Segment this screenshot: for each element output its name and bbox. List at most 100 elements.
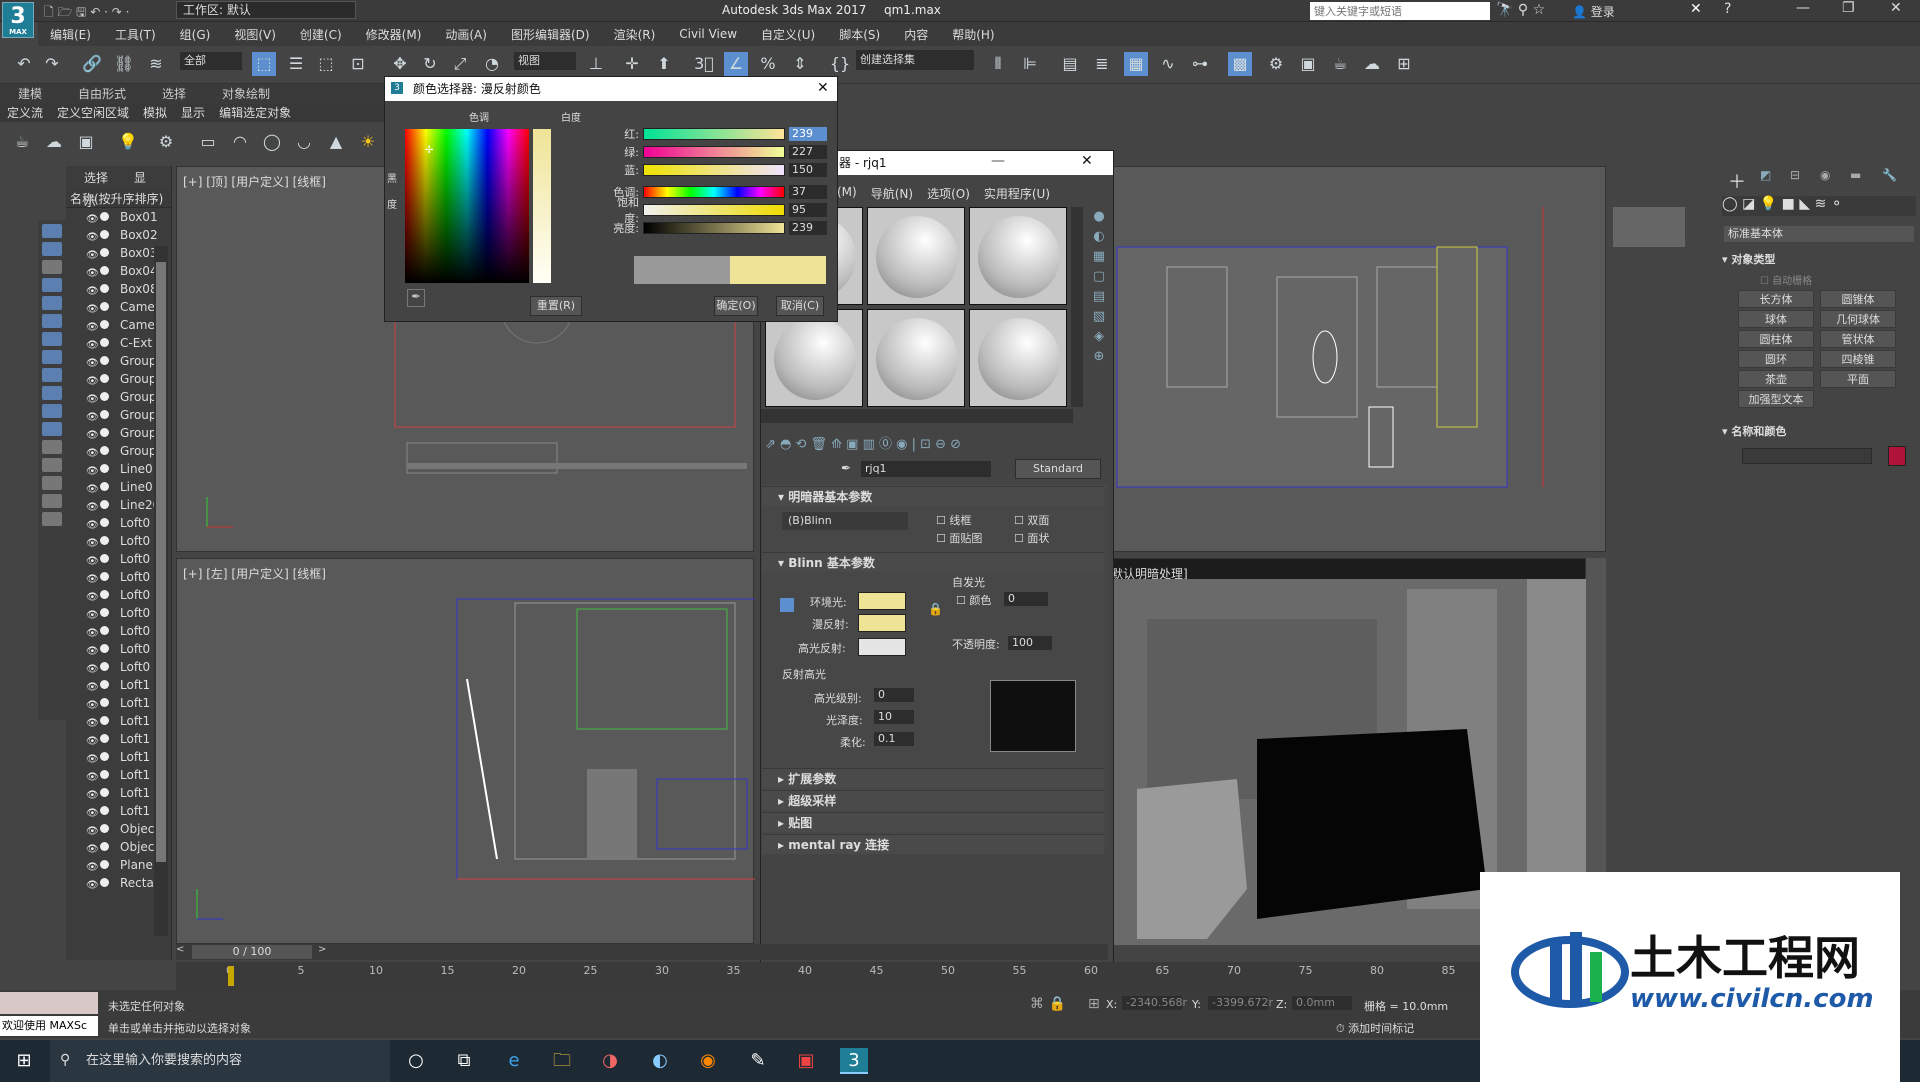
visibility-icon[interactable]: 👁 bbox=[86, 553, 99, 568]
object-name-input[interactable] bbox=[1742, 448, 1872, 464]
render-toggle-icon[interactable] bbox=[100, 302, 109, 311]
quick-access-toolbar[interactable]: 🗋 🗁 🖫 ↶ · ↷ · bbox=[44, 3, 174, 19]
scene-explorer-icon[interactable]: ▤ bbox=[1058, 52, 1082, 76]
subtab-edit-selected[interactable]: 编辑选定对象 bbox=[212, 104, 298, 122]
two-sided-checkbox[interactable]: ☐ 双面 bbox=[1014, 512, 1049, 528]
render-cloud-icon[interactable]: ☁ bbox=[1360, 52, 1384, 76]
shader-dropdown[interactable]: (B)Blinn bbox=[782, 512, 908, 530]
maps-rollup[interactable]: ▸ 贴图 bbox=[762, 812, 1104, 832]
me-minimize-button[interactable]: — bbox=[991, 153, 1005, 169]
render-toggle-icon[interactable] bbox=[100, 320, 109, 329]
cortana-icon[interactable]: ○ bbox=[402, 1048, 430, 1074]
menu-views[interactable]: 视图(V) bbox=[222, 26, 288, 43]
box-button[interactable]: 长方体 bbox=[1738, 290, 1814, 308]
object-color-swatch[interactable] bbox=[1888, 446, 1906, 466]
explorer-column-header[interactable]: 名称(按升序排序) bbox=[66, 190, 171, 208]
render-toggle-icon[interactable] bbox=[100, 410, 109, 419]
percent-snap-icon[interactable]: % bbox=[756, 52, 780, 76]
sphere-icon[interactable]: ◯ bbox=[260, 130, 284, 154]
viewport-left[interactable]: [+] [左] [用户定义] [线框] bbox=[176, 558, 755, 944]
y-coordinate[interactable]: -3399.672r bbox=[1208, 996, 1273, 1010]
mirror-icon[interactable]: ⫴ bbox=[986, 52, 1010, 76]
visibility-icon[interactable]: 👁 bbox=[86, 535, 99, 550]
visibility-icon[interactable]: 👁 bbox=[86, 301, 99, 316]
layer-explorer-icon[interactable]: ≣ bbox=[1090, 52, 1114, 76]
ok-button[interactable]: 确定(O) bbox=[714, 296, 758, 316]
visibility-icon[interactable]: 👁 bbox=[86, 805, 99, 820]
create-tab-icon[interactable]: ＋ bbox=[1728, 168, 1746, 194]
redo-icon[interactable]: ↷ bbox=[40, 52, 64, 76]
explorer-scrollbar[interactable] bbox=[154, 246, 168, 936]
time-next-icon[interactable]: > bbox=[318, 944, 332, 960]
utilities-tab-icon[interactable]: 🔧 bbox=[1882, 168, 1897, 182]
red-slider[interactable] bbox=[643, 128, 785, 140]
visibility-icon[interactable]: 👁 bbox=[86, 625, 99, 640]
render-toggle-icon[interactable] bbox=[100, 392, 109, 401]
lock-icon[interactable]: 🔒 bbox=[928, 602, 943, 616]
pivot-icon[interactable]: ⊥ bbox=[584, 52, 608, 76]
menu-modifiers[interactable]: 修改器(M) bbox=[354, 26, 434, 43]
soften-spinner[interactable]: 0.1 bbox=[874, 732, 914, 746]
help-icon[interactable]: ? bbox=[1724, 1, 1731, 17]
snap-3d-icon[interactable]: 3⃣ bbox=[692, 52, 716, 76]
unlink-icon[interactable]: ⛓ bbox=[112, 52, 136, 76]
render-toggle-icon[interactable] bbox=[100, 842, 109, 851]
render-toggle-icon[interactable] bbox=[100, 698, 109, 707]
saturation-slider[interactable] bbox=[643, 204, 785, 216]
bowl-icon[interactable]: ◡ bbox=[292, 130, 316, 154]
toggle-ribbon-icon[interactable]: ▦ bbox=[1124, 52, 1148, 76]
dome-icon[interactable]: ◠ bbox=[228, 130, 252, 154]
visibility-icon[interactable]: 👁 bbox=[86, 877, 99, 892]
visibility-icon[interactable]: 👁 bbox=[86, 769, 99, 784]
visibility-icon[interactable]: 👁 bbox=[86, 733, 99, 748]
whiteness-slider[interactable] bbox=[533, 129, 551, 283]
bind-space-warp-icon[interactable]: ≋ bbox=[144, 52, 168, 76]
render-toggle-icon[interactable] bbox=[100, 626, 109, 635]
render-toggle-icon[interactable] bbox=[100, 554, 109, 563]
render-toggle-icon[interactable] bbox=[100, 770, 109, 779]
box-icon[interactable]: ▭ bbox=[196, 130, 220, 154]
render-toggle-icon[interactable] bbox=[100, 266, 109, 275]
rect-selection-icon[interactable]: ⬚ bbox=[314, 52, 338, 76]
windows-start-icon[interactable]: ⊞ bbox=[10, 1048, 38, 1074]
render-toggle-icon[interactable] bbox=[100, 500, 109, 509]
place-icon[interactable]: ◔ bbox=[480, 52, 504, 76]
render-toggle-icon[interactable] bbox=[100, 878, 109, 887]
curve-editor-icon[interactable]: ∿ bbox=[1156, 52, 1180, 76]
explorer-scroll-thumb[interactable] bbox=[156, 262, 166, 862]
value-slider[interactable] bbox=[643, 222, 785, 234]
menu-create[interactable]: 创建(C) bbox=[288, 26, 354, 43]
value-spinner[interactable]: 239 bbox=[789, 221, 827, 235]
menu-tools[interactable]: 工具(T) bbox=[103, 26, 168, 43]
filter-all-icon[interactable] bbox=[42, 440, 62, 454]
render-toggle-icon[interactable] bbox=[100, 482, 109, 491]
me-menu-navigation[interactable]: 导航(N) bbox=[871, 185, 913, 202]
scale-icon[interactable]: ⤢ bbox=[448, 52, 472, 76]
shader-basic-rollup[interactable]: ▾ 明暗器基本参数 bbox=[762, 486, 1104, 506]
filter-bones-icon[interactable] bbox=[42, 368, 62, 382]
visibility-icon[interactable]: 👁 bbox=[86, 679, 99, 694]
render-toggle-icon[interactable] bbox=[100, 284, 109, 293]
visibility-icon[interactable]: 👁 bbox=[86, 247, 99, 262]
create-category-icons[interactable]: ◯ ◪ 💡 ■ ◣ ≋ ⚬ bbox=[1722, 196, 1916, 216]
blinn-basic-rollup[interactable]: ▾ Blinn 基本参数 bbox=[762, 552, 1104, 572]
schematic-view-icon[interactable]: ⊶ bbox=[1188, 52, 1212, 76]
ambient-color-swatch[interactable] bbox=[858, 592, 906, 610]
visibility-icon[interactable]: 👁 bbox=[86, 283, 99, 298]
tab-freeform[interactable]: 自由形式 bbox=[60, 84, 144, 104]
green-spinner[interactable]: 227 bbox=[789, 145, 827, 159]
pyramid-button[interactable]: 四棱锥 bbox=[1820, 350, 1896, 368]
render-toggle-icon[interactable] bbox=[100, 428, 109, 437]
reset-button[interactable]: 重置(R) bbox=[530, 296, 582, 316]
teapot-icon[interactable]: ☕ bbox=[10, 130, 34, 154]
cylinder-button[interactable]: 圆柱体 bbox=[1738, 330, 1814, 348]
render-toggle-icon[interactable] bbox=[100, 644, 109, 653]
blue-spinner[interactable]: 150 bbox=[789, 163, 827, 177]
angle-snap-icon[interactable]: ∠ bbox=[724, 52, 748, 76]
list-item[interactable]: 👁 Box02 bbox=[66, 226, 171, 244]
filter-suitcase-icon[interactable] bbox=[42, 512, 62, 526]
material-editor-icon[interactable]: ▩ bbox=[1228, 52, 1252, 76]
explorer-tab-select[interactable]: 选择 bbox=[84, 171, 108, 185]
link-icon[interactable]: 🔗 bbox=[80, 52, 104, 76]
textplus-button[interactable]: 加强型文本 bbox=[1738, 390, 1814, 408]
